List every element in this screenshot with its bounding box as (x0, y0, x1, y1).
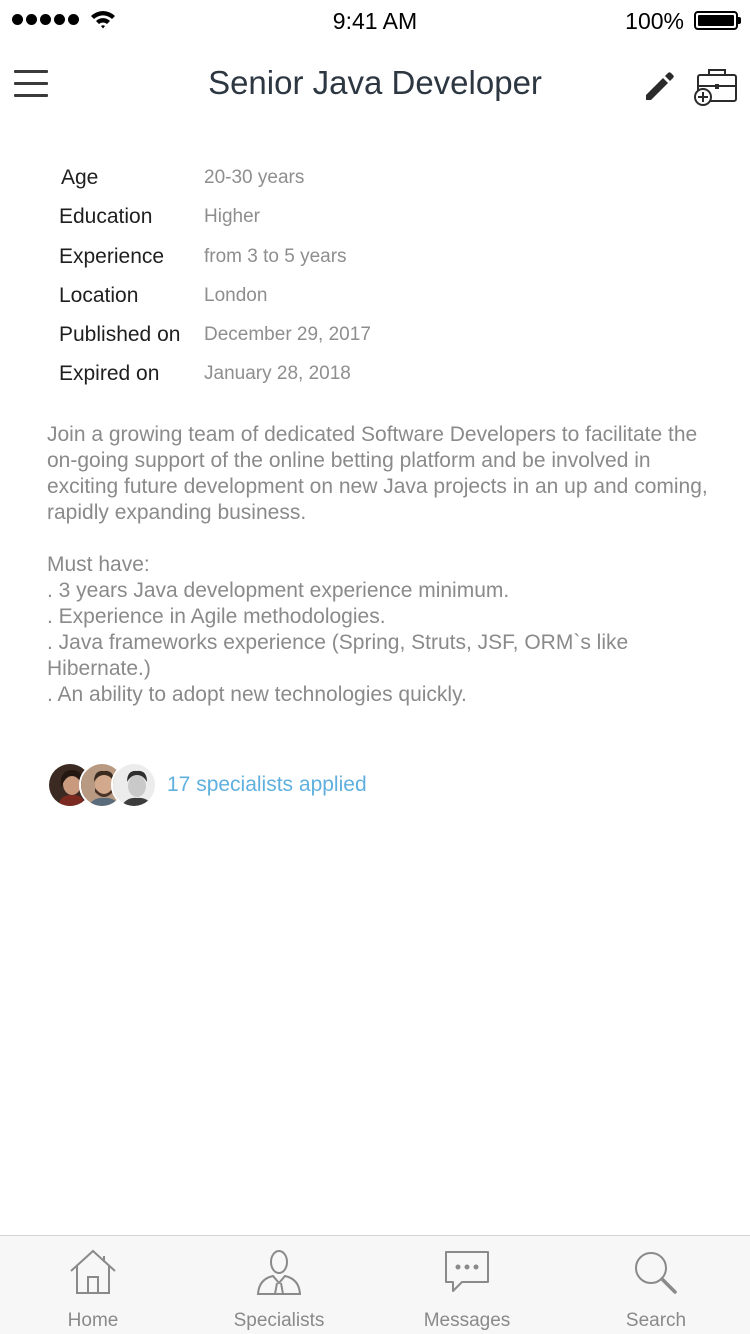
battery-percentage: 100% (625, 8, 684, 34)
detail-label: Published on (59, 323, 181, 347)
chat-bubble-icon (445, 1251, 489, 1292)
detail-value: from 3 to 5 years (204, 245, 347, 267)
tab-label: Messages (423, 1310, 511, 1331)
battery-icon (694, 11, 741, 30)
detail-label: Expired on (59, 362, 160, 386)
tab-bar: Home Specialists Messages Search (0, 1235, 750, 1334)
briefcase-add-icon (694, 69, 737, 106)
page-title: Senior Java Developer (208, 64, 542, 101)
detail-value: Higher (204, 206, 260, 228)
detail-value: December 29, 2017 (204, 324, 371, 346)
job-description: Join a growing team of dedicated Softwar… (47, 422, 727, 708)
search-icon (635, 1252, 677, 1294)
requirement-item: . 3 years Java development experience mi… (47, 579, 510, 602)
tab-label: Specialists (233, 1310, 325, 1331)
navigation-bar: Senior Java Developer (0, 44, 750, 128)
tab-label: Home (67, 1310, 119, 1331)
detail-label: Location (59, 283, 139, 307)
detail-row-location: Location London (59, 276, 659, 315)
tab-label: Search (625, 1310, 687, 1331)
detail-label: Age (61, 166, 99, 189)
detail-label: Experience (59, 244, 165, 268)
applicant-avatars (47, 762, 157, 808)
detail-row-expired: Expired on January 28, 2018 (59, 354, 659, 393)
tab-specialists[interactable]: Specialists (209, 1236, 349, 1334)
job-details: Age 20-30 years Education Higher Experie… (59, 158, 659, 394)
menu-button[interactable] (14, 70, 48, 98)
pencil-icon (646, 72, 674, 100)
requirement-item: . Experience in Agile methodologies. (47, 605, 386, 628)
detail-value: 20-30 years (204, 167, 305, 188)
edit-button[interactable] (642, 68, 678, 104)
add-to-portfolio-button[interactable] (694, 66, 738, 106)
requirement-item: . An ability to adopt new technologies q… (47, 683, 467, 706)
detail-value: January 28, 2018 (204, 363, 351, 385)
description-intro: Join a growing team of dedicated Softwar… (47, 423, 708, 524)
avatar (111, 762, 157, 808)
tab-messages[interactable]: Messages (397, 1236, 537, 1334)
tab-search[interactable]: Search (586, 1236, 726, 1334)
detail-row-age: Age 20-30 years (59, 158, 659, 197)
status-bar: 9:41 AM 100% (0, 0, 750, 40)
detail-row-education: Education Higher (59, 197, 659, 236)
home-icon (70, 1249, 116, 1294)
tab-home[interactable]: Home (23, 1236, 163, 1334)
must-have-title: Must have: (47, 553, 150, 576)
person-icon (256, 1250, 302, 1295)
detail-value: London (204, 284, 268, 306)
applicants-row[interactable]: 17 specialists applied (47, 762, 367, 808)
detail-row-published: Published on December 29, 2017 (59, 315, 659, 354)
requirement-item: . Java frameworks experience (Spring, St… (47, 631, 629, 680)
specialists-applied-link[interactable]: 17 specialists applied (167, 773, 367, 797)
detail-label: Education (59, 205, 153, 229)
detail-row-experience: Experience from 3 to 5 years (59, 237, 659, 276)
